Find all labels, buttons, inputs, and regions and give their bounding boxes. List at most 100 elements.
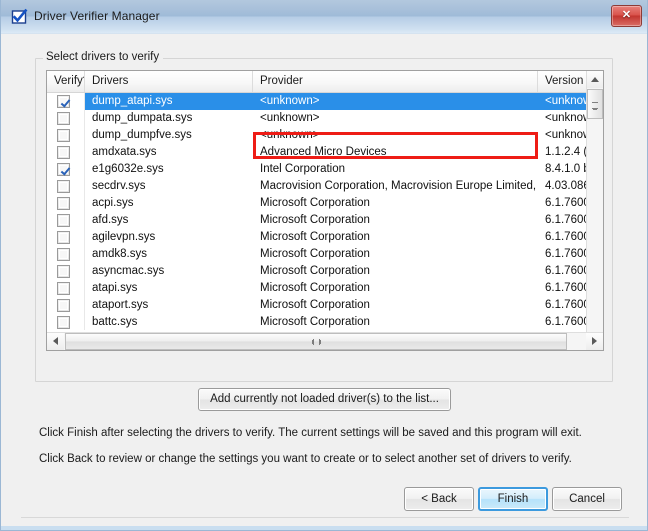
cell-driver: agilevpn.sys (92, 231, 156, 243)
verify-checkbox[interactable] (57, 95, 70, 108)
table-row[interactable]: battc.sysMicrosoft Corporation6.1.7600.1… (47, 314, 603, 330)
close-button[interactable]: ✕ (611, 5, 642, 27)
checkbox-inner (59, 301, 68, 310)
cell-provider: Microsoft Corporation (260, 299, 370, 311)
table-row[interactable]: dump_dumpata.sys <unknown> <unknown> (47, 110, 603, 127)
verify-checkbox[interactable] (57, 231, 70, 244)
driver-verifier-icon (11, 8, 29, 26)
close-icon: ✕ (621, 9, 632, 21)
cell-driver: dump_dumpfve.sys (92, 129, 192, 141)
info-text-finish: Click Finish after selecting the drivers… (39, 427, 582, 439)
verify-checkbox[interactable] (57, 163, 70, 176)
verify-cell[interactable] (47, 195, 85, 212)
cell-provider: <unknown> (260, 112, 320, 124)
list-rows[interactable]: dump_atapi.sys <unknown> <unknown> dump_dum… (47, 93, 603, 330)
verify-cell[interactable] (47, 280, 85, 297)
table-row[interactable]: afd.sysMicrosoft Corporation6.1.7600.163… (47, 212, 603, 229)
verify-cell[interactable] (47, 161, 85, 178)
cell-driver: amdk8.sys (92, 248, 147, 260)
vertical-scrollbar-thumb[interactable] (587, 89, 603, 119)
cell-provider: Microsoft Corporation (260, 282, 370, 294)
info-text-back: Click Back to review or change the setti… (39, 453, 572, 465)
table-row[interactable]: acpi.sysMicrosoft Corporation6.1.7600.16… (47, 195, 603, 212)
cell-driver: dump_atapi.sys (92, 95, 173, 107)
cell-driver: acpi.sys (92, 197, 134, 209)
cell-driver: secdrv.sys (92, 180, 146, 192)
cell-provider: <unknown> (260, 129, 320, 141)
cell-provider: Microsoft Corporation (260, 316, 370, 328)
column-header-provider[interactable]: Provider (253, 71, 538, 92)
table-row[interactable]: ataport.sysMicrosoft Corporation6.1.7600… (47, 297, 603, 314)
cell-provider: Microsoft Corporation (260, 197, 370, 209)
cell-provider: Microsoft Corporation (260, 265, 370, 277)
verify-cell[interactable] (47, 246, 85, 263)
table-row[interactable]: amdk8.sysMicrosoft Corporation6.1.7600.1… (47, 246, 603, 263)
verify-checkbox[interactable] (57, 146, 70, 159)
cell-driver: atapi.sys (92, 282, 138, 294)
column-header-driver[interactable]: Drivers (85, 71, 253, 92)
cell-driver: battc.sys (92, 316, 138, 328)
window-title: Driver Verifier Manager (34, 9, 160, 23)
column-header-verify[interactable]: Verify? (47, 71, 85, 92)
finish-button[interactable]: Finish (478, 487, 548, 511)
verify-cell[interactable] (47, 110, 85, 127)
cell-provider: Microsoft Corporation (260, 214, 370, 226)
verify-checkbox[interactable] (57, 316, 70, 329)
verify-checkbox[interactable] (57, 299, 70, 312)
verify-cell[interactable] (47, 297, 85, 314)
cell-provider: Advanced Micro Devices (260, 146, 387, 158)
table-row[interactable]: asyncmac.sys Microsoft Corporation 6.1.760… (47, 263, 603, 280)
verify-cell[interactable] (47, 263, 85, 280)
cell-driver: afd.sys (92, 214, 129, 226)
checkbox-inner (59, 250, 68, 259)
table-row[interactable]: e1g6032e.sysIntel Corporation8.4.1.0 bui… (47, 161, 603, 178)
table-row[interactable]: secdrv.sys Macrovision Corporation, Macro… (47, 178, 603, 195)
cell-provider: Microsoft Corporation (260, 231, 370, 243)
cell-driver: e1g6032e.sys (92, 163, 164, 175)
verify-cell[interactable] (47, 144, 85, 161)
verify-checkbox[interactable] (57, 129, 70, 142)
table-row[interactable]: agilevpn.sys Microsoft Corporation 6.1.760… (47, 229, 603, 246)
cell-driver: dump_dumpata.sys (92, 112, 193, 124)
cancel-button[interactable]: Cancel (552, 487, 622, 511)
add-not-loaded-drivers-button[interactable]: Add currently not loaded driver(s) to th… (198, 388, 451, 411)
checkbox-inner (59, 318, 68, 327)
verify-checkbox[interactable] (57, 180, 70, 193)
verify-cell[interactable] (47, 314, 85, 330)
title-bar[interactable]: Driver Verifier Manager ✕ (1, 0, 647, 34)
scroll-up-arrow-icon[interactable] (587, 71, 603, 88)
table-row[interactable]: atapi.sysMicrosoft Corporation6.1.7600.1… (47, 280, 603, 297)
verify-checkbox[interactable] (57, 197, 70, 210)
cell-provider: Intel Corporation (260, 163, 346, 175)
table-row[interactable]: amdxata.sys Advanced Micro Devices 1.1.2.4… (47, 144, 603, 161)
checkbox-inner (59, 267, 68, 276)
window-bottom-edge (1, 526, 647, 530)
verify-checkbox[interactable] (57, 112, 70, 125)
verify-cell[interactable] (47, 212, 85, 229)
verify-cell[interactable] (47, 178, 85, 195)
verify-cell[interactable] (47, 229, 85, 246)
verify-checkbox[interactable] (57, 265, 70, 278)
cell-provider: <unknown> (260, 95, 320, 107)
scroll-left-arrow-icon[interactable] (47, 333, 64, 350)
cell-driver: ataport.sys (92, 299, 149, 311)
verify-checkbox[interactable] (57, 214, 70, 227)
scroll-right-arrow-icon[interactable] (586, 333, 603, 350)
horizontal-scrollbar[interactable] (47, 332, 603, 350)
cell-driver: asyncmac.sys (92, 265, 165, 277)
back-button[interactable]: < Back (404, 487, 474, 511)
checkbox-inner (59, 114, 68, 123)
checkbox-inner (59, 216, 68, 225)
table-row[interactable]: dump_atapi.sys <unknown> <unknown> (47, 93, 603, 110)
verify-checkbox[interactable] (57, 248, 70, 261)
vertical-scrollbar[interactable] (586, 71, 603, 350)
verify-cell[interactable] (47, 93, 85, 110)
checkmark-icon (59, 165, 68, 174)
checkbox-inner (59, 148, 68, 157)
horizontal-scrollbar-thumb[interactable] (65, 333, 567, 350)
groupbox-label: Select drivers to verify (43, 51, 164, 63)
verify-cell[interactable] (47, 127, 85, 144)
drivers-list[interactable]: Verify?DriversProviderVersion dump_atapi… (46, 70, 604, 351)
verify-checkbox[interactable] (57, 282, 70, 295)
table-row[interactable]: dump_dumpfve.sys <unknown> <unknown> (47, 127, 603, 144)
